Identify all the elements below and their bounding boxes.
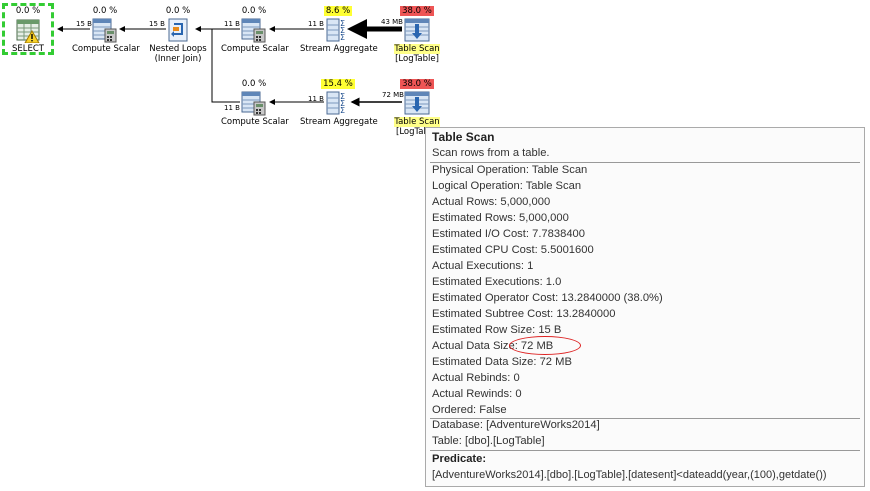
- node-label: Stream Aggregate: [300, 117, 378, 127]
- compute-scalar-icon: [241, 90, 267, 116]
- cost-percent: 0.0 %: [241, 79, 267, 89]
- table-scan-node[interactable]: 38.0 % Table Scan [LogTable]: [394, 6, 440, 64]
- node-label: Nested Loops: [149, 44, 207, 54]
- cost-percent: 0.0 %: [241, 6, 267, 16]
- cost-percent: 38.0 %: [400, 79, 434, 89]
- node-label: Compute Scalar: [221, 44, 289, 54]
- property-row: Physical Operation: Table Scan: [432, 164, 588, 176]
- node-sublabel: (Inner Join): [154, 54, 202, 64]
- stream-aggregate-icon: Σ Σ Σ: [325, 90, 351, 116]
- property-row: Estimated I/O Cost: 7.7838400: [432, 228, 585, 240]
- predicate-text: [AdventureWorks2014].[dbo].[LogTable].[d…: [432, 469, 827, 481]
- property-row: Actual Rows: 5,000,000: [432, 196, 551, 208]
- property-row: Estimated Operator Cost: 13.2840000 (38.…: [432, 292, 663, 304]
- node-label: Stream Aggregate: [300, 44, 378, 54]
- select-result-icon: [15, 17, 41, 44]
- node-label: Table Scan: [394, 44, 440, 54]
- cost-percent: 38.0 %: [400, 6, 434, 16]
- stream-aggregate-node[interactable]: 15.4 % Σ Σ Σ Stream Aggregate: [300, 79, 378, 127]
- divider: [430, 450, 860, 451]
- compute-scalar-node[interactable]: 0.0 % Compute Scalar: [72, 6, 140, 54]
- divider: [430, 162, 860, 163]
- property-row: Estimated Data Size: 72 MB: [432, 356, 572, 368]
- compute-scalar-node[interactable]: 0.0 % Compute Scalar: [221, 79, 289, 127]
- property-row: Estimated Subtree Cost: 13.2840000: [432, 308, 616, 320]
- predicate-header: Predicate:: [432, 453, 487, 465]
- cost-percent: 15.4 %: [321, 79, 355, 89]
- table-scan-icon: [404, 90, 430, 116]
- svg-text:Σ: Σ: [340, 106, 345, 115]
- property-row: Estimated CPU Cost: 5.5001600: [432, 244, 594, 256]
- node-label: SELECT: [12, 44, 44, 54]
- property-row: Estimated Row Size: 15 B: [432, 324, 562, 336]
- nested-loops-icon: [165, 17, 191, 43]
- table-scan-icon: [404, 17, 430, 43]
- tooltip-title: Table Scan: [432, 130, 495, 144]
- property-row: Ordered: False: [432, 404, 507, 416]
- property-row: Estimated Rows: 5,000,000: [432, 212, 569, 224]
- operator-tooltip: Table Scan Scan rows from a table. Physi…: [425, 127, 865, 487]
- nested-loops-node[interactable]: 0.0 % Nested Loops (Inner Join): [146, 6, 210, 64]
- node-label: Compute Scalar: [221, 117, 289, 127]
- node-sublabel: [LogTable]: [395, 54, 439, 64]
- compute-scalar-icon: [92, 17, 118, 43]
- property-row: Actual Rebinds: 0: [432, 372, 520, 384]
- compute-scalar-node[interactable]: 0.0 % Compute Scalar: [221, 6, 289, 54]
- stream-aggregate-icon: Σ Σ Σ: [325, 17, 351, 43]
- cost-percent: 0.0 %: [165, 6, 191, 16]
- cost-percent: 0.0 %: [15, 6, 41, 16]
- select-node[interactable]: 0.0 % SELECT: [6, 6, 50, 54]
- property-row: Actual Rewinds: 0: [432, 388, 522, 400]
- property-row: Actual Executions: 1: [432, 260, 534, 272]
- table-row: Table: [dbo].[LogTable]: [432, 435, 545, 447]
- svg-text:Σ: Σ: [340, 33, 345, 42]
- compute-scalar-icon: [241, 17, 267, 43]
- property-row: Logical Operation: Table Scan: [432, 180, 582, 192]
- cost-percent: 0.0 %: [92, 6, 118, 16]
- red-circle-annotation: [509, 336, 581, 355]
- stream-aggregate-node[interactable]: 8.6 % Σ Σ Σ Stream Aggregate: [300, 6, 378, 54]
- cost-percent: 8.6 %: [323, 6, 353, 16]
- node-label: Compute Scalar: [72, 44, 140, 54]
- tooltip-description: Scan rows from a table.: [432, 147, 550, 159]
- node-label: Table Scan: [394, 117, 440, 127]
- property-row: Estimated Executions: 1.0: [432, 276, 562, 288]
- database-row: Database: [AdventureWorks2014]: [432, 419, 600, 431]
